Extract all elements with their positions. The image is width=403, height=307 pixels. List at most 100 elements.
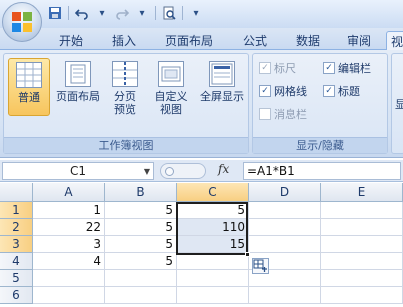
gridlines-label: 网格线 — [274, 85, 307, 98]
tab-formulas[interactable]: 公式 — [243, 31, 267, 50]
cell-e1[interactable] — [321, 202, 403, 219]
worksheet-grid: A B C D E 1 2 3 4 5 6 1 5 5 22 5 110 3 5… — [0, 183, 403, 307]
fill-handle[interactable] — [245, 252, 250, 257]
message-bar-checkbox-box — [259, 108, 271, 120]
cell-b3[interactable]: 5 — [105, 236, 177, 253]
tab-page-layout[interactable]: 页面布局 — [165, 31, 213, 50]
row-header-5[interactable]: 5 — [0, 270, 33, 287]
save-icon[interactable] — [46, 4, 64, 22]
ruler-checkbox[interactable]: ✓ 标尺 — [259, 60, 296, 76]
formula-bar-checkbox[interactable]: ✓ 编辑栏 — [323, 60, 371, 76]
cell-e3[interactable] — [321, 236, 403, 253]
cell-c6[interactable] — [177, 287, 249, 304]
custom-views-label-2: 视图 — [160, 103, 182, 116]
cell-b6[interactable] — [105, 287, 177, 304]
cell-b5[interactable] — [105, 270, 177, 287]
select-all-corner[interactable] — [0, 183, 33, 202]
next-group-partial: 显 — [391, 53, 403, 154]
quick-access-toolbar: ▾ ▾ ▾ — [46, 4, 205, 22]
workbook-views-group: 普通 页面布局 分页 预览 自定义 视图 全屏显示 工作簿视图 — [3, 53, 249, 154]
name-box-value: C1 — [69, 164, 86, 178]
normal-view-label: 普通 — [18, 91, 40, 104]
page-break-preview-label-2: 预览 — [114, 103, 136, 116]
formula-bar-toggle[interactable] — [160, 163, 206, 179]
tab-view[interactable]: 视 — [386, 31, 403, 50]
cell-a6[interactable] — [33, 287, 105, 304]
formula-buttons: fx — [160, 162, 240, 180]
cell-c2[interactable]: 110 — [177, 219, 249, 236]
custom-views-button[interactable]: 自定义 视图 — [150, 58, 192, 116]
row-header-2[interactable]: 2 — [0, 219, 33, 236]
formula-input[interactable]: =A1*B1 — [243, 162, 401, 180]
show-hide-group: ✓ 标尺 ✓ 编辑栏 ✓ 网格线 ✓ 标题 消息栏 显示/隐藏 — [252, 53, 388, 154]
tab-home[interactable]: 开始 — [59, 31, 83, 50]
page-layout-view-label: 页面布局 — [56, 90, 100, 103]
cell-d3[interactable] — [249, 236, 321, 253]
cell-b1[interactable]: 5 — [105, 202, 177, 219]
cell-b4[interactable]: 5 — [105, 253, 177, 270]
cell-d6[interactable] — [249, 287, 321, 304]
cell-e4[interactable] — [321, 253, 403, 270]
redo-dropdown-icon[interactable]: ▾ — [133, 4, 151, 22]
cell-e6[interactable] — [321, 287, 403, 304]
auto-fill-options-icon — [253, 259, 267, 272]
full-screen-label: 全屏显示 — [200, 90, 244, 103]
insert-function-button[interactable]: fx — [218, 162, 229, 176]
cell-a4[interactable]: 4 — [33, 253, 105, 270]
row-header-6[interactable]: 6 — [0, 287, 33, 304]
row-header-1[interactable]: 1 — [0, 202, 33, 219]
column-header-b[interactable]: B — [105, 183, 177, 202]
normal-view-button[interactable]: 普通 — [8, 58, 50, 116]
cell-e2[interactable] — [321, 219, 403, 236]
cell-c3[interactable]: 15 — [177, 236, 249, 253]
formula-bar-checkbox-box: ✓ — [323, 62, 335, 74]
show-hide-group-label: 显示/隐藏 — [253, 137, 387, 153]
tab-data[interactable]: 数据 — [296, 31, 320, 50]
undo-icon[interactable] — [73, 4, 91, 22]
headings-checkbox[interactable]: ✓ 标题 — [323, 83, 360, 99]
cell-e5[interactable] — [321, 270, 403, 287]
auto-fill-options-button[interactable] — [252, 258, 269, 274]
cell-d2[interactable] — [249, 219, 321, 236]
print-preview-icon[interactable] — [160, 4, 178, 22]
column-header-e[interactable]: E — [321, 183, 403, 202]
tab-insert[interactable]: 插入 — [112, 31, 136, 50]
gridlines-checkbox[interactable]: ✓ 网格线 — [259, 83, 307, 99]
row-header-3[interactable]: 3 — [0, 236, 33, 253]
page-break-preview-icon — [112, 61, 138, 87]
name-box-dropdown-icon[interactable]: ▼ — [144, 164, 150, 180]
formula-bar: C1 ▼ fx =A1*B1 — [0, 160, 403, 182]
custom-views-icon — [158, 61, 184, 87]
page-break-preview-button[interactable]: 分页 预览 — [104, 58, 146, 116]
cell-a5[interactable] — [33, 270, 105, 287]
cell-c1[interactable]: 5 — [177, 202, 249, 219]
office-button[interactable] — [2, 2, 42, 42]
page-layout-view-icon — [65, 61, 91, 87]
undo-dropdown-icon[interactable]: ▾ — [93, 4, 111, 22]
cell-c4[interactable] — [177, 253, 249, 270]
cell-c5[interactable] — [177, 270, 249, 287]
cell-d1[interactable] — [249, 202, 321, 219]
cell-a2[interactable]: 22 — [33, 219, 105, 236]
message-bar-checkbox[interactable]: 消息栏 — [259, 106, 307, 122]
qat-separator — [182, 6, 183, 20]
formula-bar-label: 编辑栏 — [338, 62, 371, 75]
column-header-a[interactable]: A — [33, 183, 105, 202]
ruler-checkbox-box: ✓ — [259, 62, 271, 74]
page-break-preview-label-1: 分页 — [114, 90, 136, 103]
normal-view-icon — [16, 62, 42, 88]
cell-b2[interactable]: 5 — [105, 219, 177, 236]
cell-a3[interactable]: 3 — [33, 236, 105, 253]
column-header-c[interactable]: C — [177, 183, 249, 202]
column-header-d[interactable]: D — [249, 183, 321, 202]
tab-review[interactable]: 审阅 — [347, 31, 371, 50]
cell-a1[interactable]: 1 — [33, 202, 105, 219]
row-header-4[interactable]: 4 — [0, 253, 33, 270]
full-screen-button[interactable]: 全屏显示 — [196, 58, 248, 103]
name-box[interactable]: C1 ▼ — [2, 162, 154, 180]
gridlines-checkbox-box: ✓ — [259, 85, 271, 97]
full-screen-icon — [209, 61, 235, 87]
customize-qat-button[interactable]: ▾ — [187, 4, 205, 22]
redo-icon[interactable] — [113, 4, 131, 22]
page-layout-view-button[interactable]: 页面布局 — [52, 58, 104, 103]
